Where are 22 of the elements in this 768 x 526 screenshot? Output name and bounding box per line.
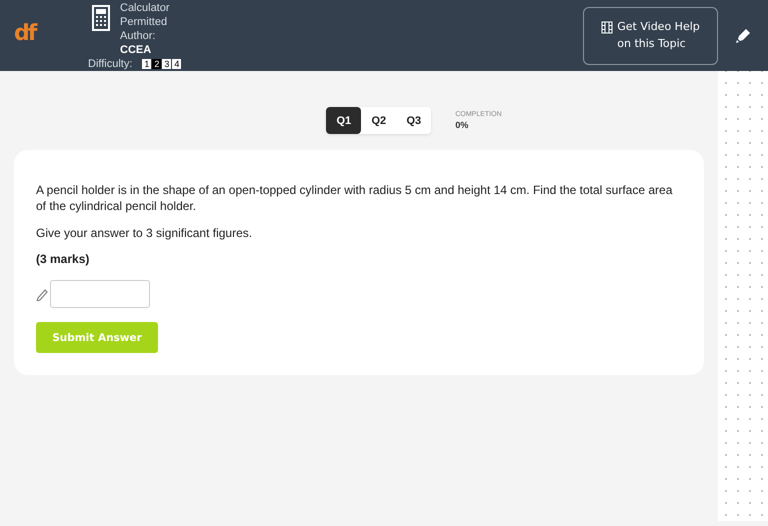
- question-tab[interactable]: Q2: [361, 107, 396, 134]
- video-help-button[interactable]: Get Video Help on this Topic: [583, 6, 718, 64]
- film-icon: [601, 20, 614, 34]
- question-tab[interactable]: Q3: [396, 107, 432, 134]
- completion-value: 0%: [455, 120, 470, 130]
- calculator-status: Calculator Permitted: [120, 1, 171, 29]
- difficulty-level: 2: [152, 59, 162, 69]
- author-label: Author:: [120, 29, 156, 43]
- logo[interactable]: df: [14, 21, 46, 46]
- marker-pen-icon[interactable]: [734, 26, 752, 44]
- difficulty-level: 3: [162, 59, 172, 69]
- calculator-icon: [92, 5, 110, 31]
- author-name: CCEA: [120, 43, 152, 57]
- marks-text: (3 marks): [36, 252, 90, 266]
- difficulty-level: 1: [142, 59, 152, 69]
- question-text: Give your answer to 3 significant figures.: [36, 225, 254, 241]
- answer-field[interactable]: [50, 280, 150, 308]
- pencil-icon: [36, 288, 48, 300]
- difficulty-level: 4: [172, 59, 182, 69]
- question-text: A pencil holder is in the shape of an open-topped cylinder with radius 5 cm and height 14 cm. Find the total surface area of the cylindrical pencil holder.: [36, 182, 674, 214]
- question-tab[interactable]: Q1: [326, 107, 362, 134]
- difficulty-label: Difficulty:: [88, 57, 132, 71]
